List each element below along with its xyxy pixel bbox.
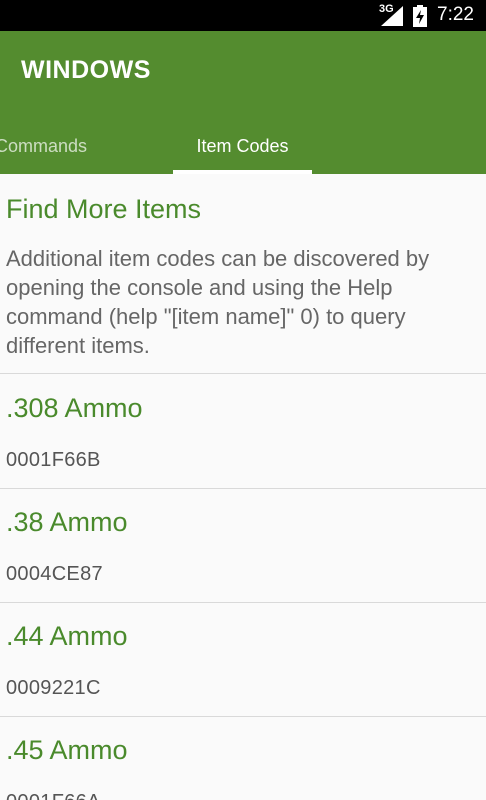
item-code: 0001F66B	[6, 449, 101, 471]
tab-item-codes[interactable]: Item Codes	[173, 136, 312, 157]
tab-bar: e Commands Item Codes	[0, 136, 486, 174]
status-bar: 3G 7:22	[0, 0, 486, 31]
tab-console-commands[interactable]: e Commands	[0, 136, 120, 157]
item-name: .45 Ammo	[6, 735, 128, 765]
item-name: .308 Ammo	[6, 393, 143, 423]
item-code: 0001F66A	[6, 791, 101, 800]
item-name: .44 Ammo	[6, 621, 128, 651]
info-description: Additional item codes can be discovered …	[6, 246, 430, 358]
item-name: .38 Ammo	[6, 507, 128, 537]
item-list[interactable]: Find More Items Additional item codes ca…	[0, 174, 486, 800]
list-item[interactable]: .45 Ammo 0001F66A	[0, 717, 486, 800]
battery-icon	[413, 5, 427, 27]
list-item[interactable]: .308 Ammo 0001F66B	[0, 375, 486, 489]
info-card: Find More Items Additional item codes ca…	[0, 174, 486, 374]
item-code: 0009221C	[6, 677, 101, 699]
item-code: 0004CE87	[6, 563, 103, 585]
clock: 7:22	[437, 4, 474, 25]
info-title: Find More Items	[6, 194, 202, 224]
app-toolbar: WINDOWS e Commands Item Codes	[0, 31, 486, 174]
app-title: WINDOWS	[21, 56, 151, 84]
list-item[interactable]: .38 Ammo 0004CE87	[0, 489, 486, 603]
list-item[interactable]: .44 Ammo 0009221C	[0, 603, 486, 717]
signal-icon	[381, 6, 403, 26]
